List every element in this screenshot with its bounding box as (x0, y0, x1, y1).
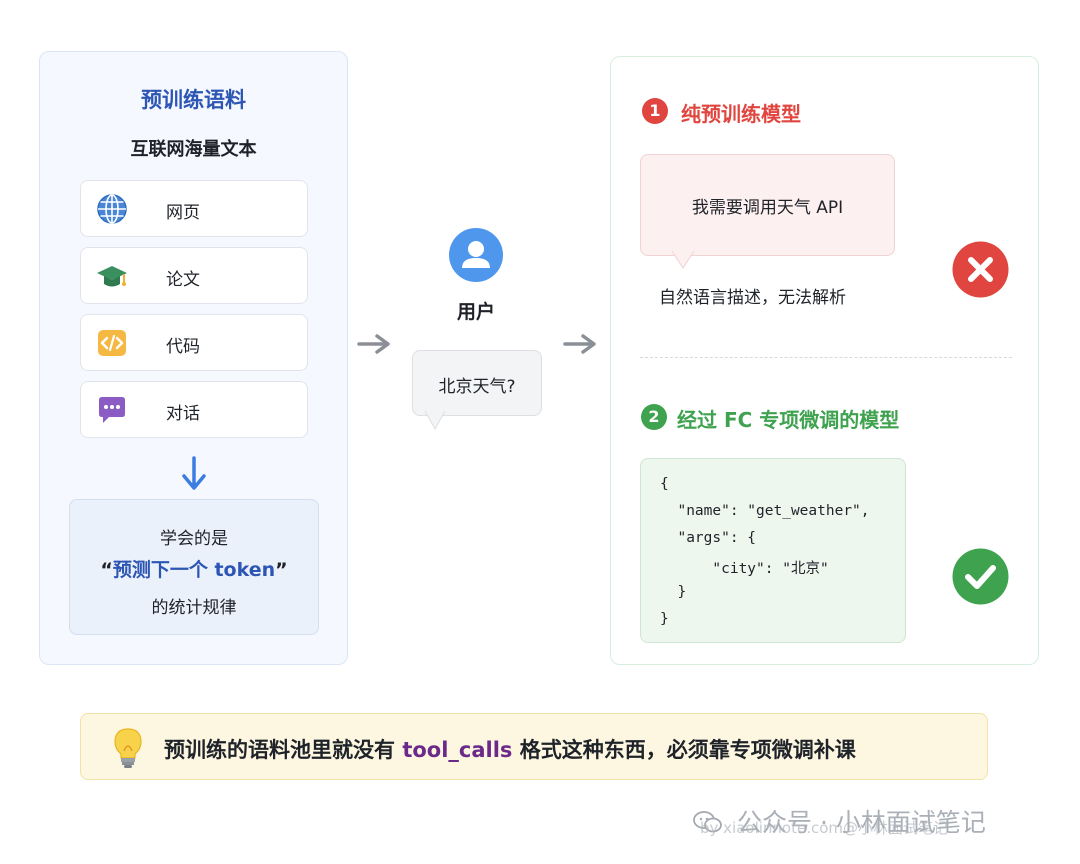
corpus-panel: 预训练语料 互联网海量文本 网页 论文 代码 对话 学会的是 “预测下一个 to… (39, 51, 348, 665)
source-label-paper: 论文 (166, 270, 200, 290)
cross-icon (952, 241, 1009, 298)
user-message: 北京天气? (438, 377, 516, 397)
code-line: } (660, 611, 669, 627)
quote-open: “ (100, 559, 113, 581)
code-line: { (660, 476, 669, 492)
globe-icon (97, 194, 127, 224)
source-label-code: 代码 (166, 337, 200, 357)
source-card-chat: 对话 (80, 381, 308, 438)
user-label: 用户 (456, 301, 495, 323)
source-card-web: 网页 (80, 180, 308, 237)
source-label-web: 网页 (166, 203, 200, 223)
chat-icon (99, 397, 125, 423)
fc-code-block: { "name": "get_weather", "args": { "city… (640, 458, 906, 643)
raw-model-bubble: 我需要调用天气 API (640, 154, 895, 256)
corpus-summary: 学会的是 “预测下一个 token” 的统计规律 (69, 499, 319, 635)
code-icon (98, 330, 126, 356)
raw-model-note: 自然语言描述，无法解析 (659, 288, 846, 308)
tip-code: tool_calls (402, 738, 513, 762)
raw-model-title: 纯预训练模型 (681, 102, 801, 126)
quote-close: ” (275, 559, 288, 581)
watermark-sub: by xiaolinnote.com@小林面试笔记 (700, 819, 949, 837)
user-message-bubble: 北京天气? (412, 350, 542, 416)
step-badge-2: 2 (641, 404, 667, 430)
step-badge-1: 1 (642, 98, 668, 124)
summary-line3: 的统计规律 (151, 598, 237, 618)
lightbulb-icon (114, 728, 142, 768)
source-card-paper: 论文 (80, 247, 308, 304)
summary-line1: 学会的是 (160, 529, 228, 549)
tip-text: 预训练的语料池里就没有 tool_calls 格式这种东西，必须靠专项微调补课 (164, 734, 856, 764)
corpus-subtitle: 互联网海量文本 (130, 139, 257, 160)
summary-highlight-line: “预测下一个 token” (70, 555, 318, 582)
tip-after: 格式这种东西，必须靠专项微调补课 (512, 738, 856, 762)
bubble-tail (671, 251, 695, 269)
code-line: } (660, 584, 687, 600)
check-icon (952, 548, 1009, 605)
right-arrow-icon (357, 334, 390, 354)
section-divider (640, 357, 1012, 358)
down-arrow-icon (182, 456, 206, 490)
raw-model-message: 我需要调用天气 API (691, 198, 844, 218)
code-line: "city": "北京" (660, 561, 829, 577)
tip-before: 预训练的语料池里就没有 (164, 738, 403, 762)
fc-model-title: 经过 FC 专项微调的模型 (677, 408, 900, 432)
code-line: "name": "get_weather", (660, 503, 870, 519)
user-avatar-icon (449, 228, 503, 282)
summary-highlight: 预测下一个 token (112, 559, 276, 581)
graduation-cap-icon (97, 266, 127, 287)
bubble-tail (424, 411, 446, 431)
right-arrow-icon (563, 334, 596, 354)
corpus-title: 预训练语料 (141, 88, 246, 112)
source-card-code: 代码 (80, 314, 308, 371)
code-line: "args": { (660, 530, 757, 546)
tip-banner: 预训练的语料池里就没有 tool_calls 格式这种东西，必须靠专项微调补课 (80, 713, 988, 780)
source-label-chat: 对话 (166, 404, 200, 424)
